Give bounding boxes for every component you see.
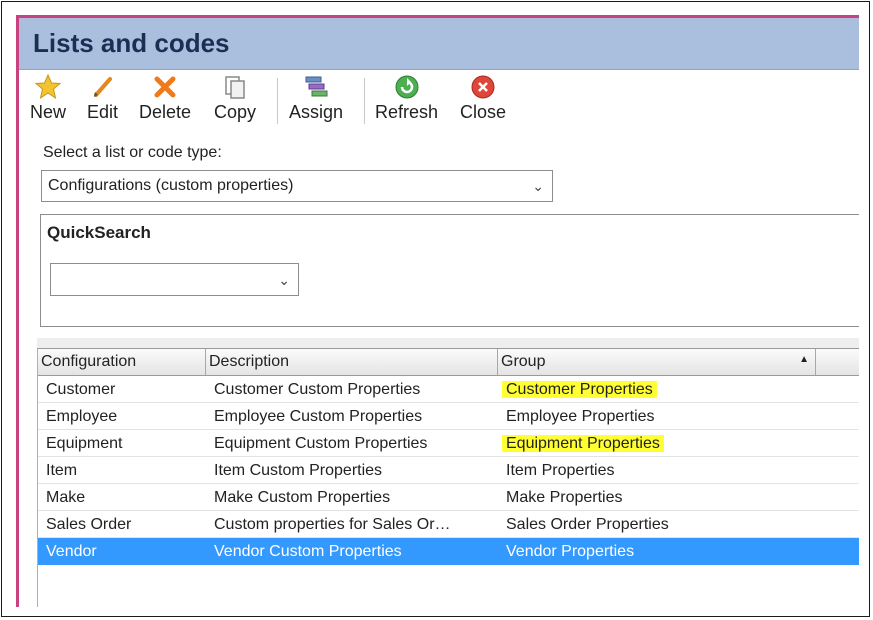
- configuration-text: Equipment: [46, 435, 123, 452]
- assign-button[interactable]: Assign: [289, 74, 343, 123]
- refresh-icon: [395, 75, 419, 99]
- quicksearch-select[interactable]: ⌄: [50, 263, 299, 296]
- toolbar-separator: [277, 78, 278, 124]
- new-button[interactable]: New: [30, 74, 66, 123]
- cell-group: Customer Properties: [502, 381, 657, 399]
- table-row[interactable]: Equipment Equipment Custom Properties Equi…: [38, 430, 859, 457]
- quicksearch-title: QuickSearch: [47, 223, 151, 242]
- cell-description: Vendor Custom Properties: [214, 543, 402, 561]
- column-header-label: Configuration: [41, 353, 137, 370]
- group-text: Make Properties: [506, 489, 623, 506]
- refresh-label: Refresh: [375, 102, 439, 122]
- new-label: New: [30, 102, 67, 122]
- list-type-select[interactable]: Configurations (custom properties) ⌄: [41, 170, 553, 202]
- delete-x-icon: [154, 76, 176, 98]
- grid-header: Configuration Description Group ▲: [38, 349, 859, 376]
- description-text: Vendor Custom Properties: [214, 543, 402, 560]
- configuration-text: Sales Order: [46, 516, 132, 533]
- table-row[interactable]: Sales Order Custom properties for Sales O…: [38, 511, 859, 538]
- cell-group: Item Properties: [506, 462, 614, 480]
- description-text: Make Custom Properties: [214, 489, 391, 506]
- description-text: Employee Custom Properties: [214, 408, 423, 425]
- chevron-down-icon[interactable]: ⌄: [278, 272, 290, 289]
- edit-button[interactable]: Edit: [87, 74, 118, 123]
- table-row[interactable]: Make Make Custom Properties Make Propertie…: [38, 484, 859, 511]
- column-header-group[interactable]: Group ▲: [498, 349, 816, 375]
- window-title: Lists and codes: [33, 28, 230, 58]
- sort-ascending-icon: ▲: [799, 354, 809, 365]
- cell-configuration: Sales Order: [46, 516, 131, 534]
- cell-description: Custom properties for Sales Or…: [214, 516, 451, 534]
- column-header-label: Description: [209, 353, 290, 370]
- cell-group: Sales Order Properties: [506, 516, 669, 534]
- cell-group: Equipment Properties: [502, 435, 664, 453]
- copy-icon: [225, 76, 245, 99]
- column-header-label: Group: [501, 353, 546, 370]
- cell-configuration: Make: [46, 489, 85, 507]
- cell-description: Customer Custom Properties: [214, 381, 420, 399]
- group-text: Equipment Properties: [502, 435, 664, 452]
- title-bar: Lists and codes: [19, 18, 859, 70]
- close-button[interactable]: Close: [460, 74, 506, 123]
- quicksearch-panel: QuickSearch ⌄: [40, 214, 859, 327]
- group-text: Vendor Properties: [506, 543, 635, 560]
- configurations-grid: Configuration Description Group ▲ Custom…: [37, 348, 859, 607]
- group-text: Sales Order Properties: [506, 516, 669, 533]
- cell-configuration: Equipment: [46, 435, 123, 453]
- description-text: Equipment Custom Properties: [214, 435, 428, 452]
- toolbar: New Edit Delete Copy Assign Refresh Clos…: [19, 70, 859, 130]
- table-row[interactable]: Employee Employee Custom Properties Employ…: [38, 403, 859, 430]
- refresh-button[interactable]: Refresh: [375, 74, 438, 123]
- lists-and-codes-window: Lists and codes New Edit Delete Copy Ass…: [16, 15, 859, 607]
- group-text: Item Properties: [506, 462, 615, 479]
- cell-description: Item Custom Properties: [214, 462, 382, 480]
- configuration-text: Item: [46, 462, 78, 479]
- configuration-text: Customer: [46, 381, 116, 398]
- table-row[interactable]: Item Item Custom Properties Item Propertie…: [38, 457, 859, 484]
- column-header-configuration[interactable]: Configuration: [38, 349, 206, 375]
- column-header-description[interactable]: Description: [206, 349, 498, 375]
- cell-configuration: Item: [46, 462, 77, 480]
- cell-group: Vendor Properties: [506, 543, 634, 561]
- list-type-value: Configurations (custom properties): [48, 177, 294, 194]
- assign-icon: [305, 76, 328, 97]
- table-row[interactable]: Vendor Vendor Custom Properties Vendor Pro…: [38, 538, 859, 565]
- description-text: Item Custom Properties: [214, 462, 383, 479]
- cell-group: Employee Properties: [506, 408, 655, 426]
- cell-configuration: Employee: [46, 408, 117, 426]
- description-text: Customer Custom Properties: [214, 381, 421, 398]
- cell-configuration: Vendor: [46, 543, 97, 561]
- group-text: Customer Properties: [502, 381, 657, 398]
- group-text: Employee Properties: [506, 408, 655, 425]
- copy-button[interactable]: Copy: [214, 74, 256, 123]
- cell-configuration: Customer: [46, 381, 115, 399]
- edit-label: Edit: [87, 102, 119, 122]
- close-icon: [471, 75, 495, 99]
- chevron-down-icon[interactable]: ⌄: [532, 178, 544, 195]
- assign-label: Assign: [289, 102, 344, 122]
- list-type-label: Select a list or code type:: [43, 144, 222, 161]
- configuration-text: Vendor: [46, 543, 97, 560]
- cell-description: Employee Custom Properties: [214, 408, 422, 426]
- configuration-text: Make: [46, 489, 86, 506]
- cell-group: Make Properties: [506, 489, 623, 507]
- delete-label: Delete: [139, 102, 192, 122]
- delete-button[interactable]: Delete: [139, 74, 191, 123]
- cell-description: Equipment Custom Properties: [214, 435, 427, 453]
- close-label: Close: [460, 102, 507, 122]
- description-text: Custom properties for Sales Or…: [214, 516, 451, 533]
- cell-description: Make Custom Properties: [214, 489, 390, 507]
- star-icon: [35, 74, 61, 100]
- configuration-text: Employee: [46, 408, 118, 425]
- table-row[interactable]: Customer Customer Custom Properties Custom…: [38, 376, 859, 403]
- copy-label: Copy: [214, 102, 257, 122]
- pencil-icon: [93, 77, 112, 97]
- column-header-filler: [816, 349, 859, 375]
- toolbar-separator: [364, 78, 365, 124]
